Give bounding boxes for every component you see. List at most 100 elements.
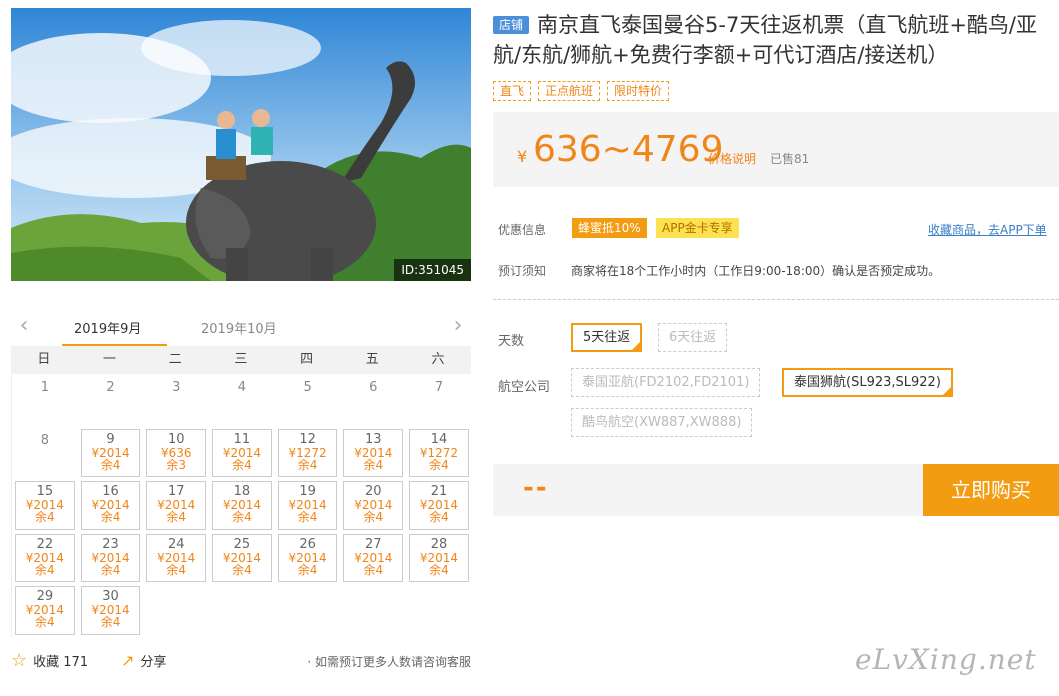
weekday-header: 六 bbox=[431, 352, 445, 367]
calendar-day: 3 bbox=[143, 374, 209, 427]
calendar-day-box[interactable]: 27 ¥2014 余4 bbox=[343, 533, 404, 582]
airline-option-airasia[interactable]: 泰国亚航(FD2102,FD2101) bbox=[571, 368, 761, 397]
calendar-day-box: 5 bbox=[275, 380, 341, 395]
calendar-day-box[interactable]: 28 ¥2014 余4 bbox=[409, 533, 469, 582]
calendar-day-box[interactable]: 23 ¥2014 余4 bbox=[80, 533, 141, 582]
notice-label: 预订须知 bbox=[498, 264, 547, 278]
app-order-link[interactable]: 收藏商品，去APP下单 bbox=[928, 221, 1047, 238]
calendar-day-number: 19 bbox=[299, 484, 316, 499]
calendar-day-box[interactable]: 11 ¥2014 余4 bbox=[212, 428, 272, 477]
calendar-day[interactable]: 25 ¥2014 余4 bbox=[209, 532, 275, 585]
calendar-day[interactable]: 12 ¥1272 余4 bbox=[275, 427, 341, 480]
calendar-day-remaining: 余4 bbox=[429, 510, 449, 524]
calendar-day-price: ¥2014 bbox=[91, 445, 130, 460]
calendar-day[interactable]: 15 ¥2014 余4 bbox=[12, 479, 78, 532]
calendar-day-number: 15 bbox=[36, 484, 54, 499]
calendar-day[interactable]: 30 ¥2014 余4 bbox=[78, 584, 144, 637]
calendar-day[interactable]: 29 ¥2014 余4 bbox=[12, 584, 78, 637]
consult-note: · 如需预订更多人数请咨询客服 bbox=[307, 655, 471, 669]
calendar-day[interactable]: 9 ¥2014 余4 bbox=[78, 427, 144, 480]
notice-text: 商家将在18个工作小时内（工作日9:00-18:00）确认是否预定成功。 bbox=[571, 264, 941, 278]
calendar-day-box[interactable]: 14 ¥1272 余4 bbox=[409, 428, 469, 477]
weekday-header: 五 bbox=[365, 352, 379, 367]
calendar-day-box[interactable]: 22 ¥2014 余4 bbox=[15, 533, 75, 582]
calendar-day-remaining: 余4 bbox=[100, 615, 121, 629]
calendar-day-box[interactable]: 12 ¥1272 余4 bbox=[277, 428, 338, 477]
calendar-day-number: 26 bbox=[299, 536, 316, 552]
calendar-day[interactable]: 21 ¥2014 余4 bbox=[406, 479, 472, 532]
calendar-day-box[interactable]: 9 ¥2014 余4 bbox=[80, 428, 141, 477]
calendar-day[interactable]: 22 ¥2014 余4 bbox=[12, 532, 78, 585]
buy-bar: -- 立即购买 bbox=[493, 464, 1059, 516]
feature-tags: 直飞 正点航班 限时特价 bbox=[493, 81, 670, 101]
calendar-day-remaining: 余4 bbox=[297, 562, 318, 577]
favorite-button[interactable]: ☆ 收藏 171 bbox=[11, 651, 88, 670]
calendar-day-number: 22 bbox=[36, 536, 54, 552]
photo-footer: ☆ 收藏 171 ↗ 分享 · 如需预订更多人数请咨询客服 bbox=[11, 651, 471, 675]
calendar-day[interactable]: 27 ¥2014 余4 bbox=[340, 532, 406, 585]
calendar-day[interactable]: 11 ¥2014 余4 bbox=[209, 427, 275, 480]
elephant-photo bbox=[11, 8, 471, 281]
calendar-day[interactable]: 26 ¥2014 余4 bbox=[275, 532, 341, 585]
calendar-day-remaining: 余4 bbox=[100, 510, 121, 524]
calendar-day-box[interactable]: 25 ¥2014 余4 bbox=[212, 533, 272, 582]
calendar-day-box[interactable]: 18 ¥2014 余4 bbox=[212, 481, 272, 530]
calendar-day[interactable]: 13 ¥2014 余4 bbox=[340, 427, 406, 480]
calendar-day-box[interactable]: 13 ¥2014 余4 bbox=[343, 428, 404, 477]
calendar-day-price: ¥636 bbox=[160, 445, 192, 460]
calendar-day[interactable]: 23 ¥2014 余4 bbox=[78, 532, 144, 585]
calendar-day[interactable]: 18 ¥2014 余4 bbox=[209, 479, 275, 532]
calendar-day-box[interactable]: 16 ¥2014 余4 bbox=[80, 481, 141, 530]
calendar-day-box[interactable]: 24 ¥2014 余4 bbox=[146, 533, 207, 582]
calendar-day-box[interactable]: 30 ¥2014 余4 bbox=[80, 586, 141, 635]
airline-option-nokscoot[interactable]: 酷鸟航空(XW887,XW888) bbox=[571, 408, 753, 437]
calendar-day-remaining: 余4 bbox=[297, 510, 318, 524]
airline-option-lionair[interactable]: 泰国狮航(SL923,SL922) bbox=[782, 368, 953, 397]
calendar-day-box[interactable]: 15 ¥2014 余4 bbox=[15, 481, 75, 530]
calendar-tab-next-month[interactable]: 2019年10月 bbox=[201, 318, 277, 337]
total-price: -- bbox=[523, 473, 549, 503]
calendar-day-box: 4 bbox=[209, 380, 275, 395]
calendar-day-price: ¥1272 bbox=[288, 445, 327, 460]
calendar-day-box[interactable]: 17 ¥2014 余4 bbox=[146, 481, 207, 530]
calendar-day-number: 23 bbox=[102, 536, 119, 552]
tag-direct: 直飞 bbox=[493, 81, 532, 101]
calendar-day[interactable]: 14 ¥1272 余4 bbox=[406, 427, 472, 480]
calendar-day: 7 bbox=[406, 374, 472, 427]
calendar-day-box[interactable]: 21 ¥2014 余4 bbox=[409, 481, 469, 530]
weekday-header: 二 bbox=[168, 352, 182, 367]
calendar-day-box[interactable]: 20 ¥2014 余4 bbox=[343, 481, 404, 530]
product-photo: ID:351045 bbox=[11, 8, 471, 281]
calendar-day-number: 6 bbox=[369, 380, 378, 395]
calendar-day-box[interactable]: 26 ¥2014 余4 bbox=[277, 533, 338, 582]
calendar-day-remaining: 余4 bbox=[363, 562, 384, 577]
tag-limited-offer: 限时特价 bbox=[607, 81, 670, 101]
calendar-day-remaining: 余4 bbox=[35, 615, 55, 629]
calendar-day-price: ¥2014 bbox=[25, 550, 64, 565]
calendar-prev-arrow-icon[interactable]: ‹ bbox=[15, 315, 33, 338]
calendar-day[interactable]: 20 ¥2014 余4 bbox=[340, 479, 406, 532]
calendar-next-arrow-icon[interactable]: › bbox=[449, 315, 467, 338]
calendar-day-box[interactable]: 29 ¥2014 余4 bbox=[15, 586, 75, 635]
calendar-day[interactable]: 10 ¥636 余3 bbox=[143, 427, 209, 480]
calendar-day[interactable]: 24 ¥2014 余4 bbox=[143, 532, 209, 585]
calendar-day[interactable]: 16 ¥2014 余4 bbox=[78, 479, 144, 532]
calendar-day-box[interactable]: 19 ¥2014 余4 bbox=[277, 481, 338, 530]
days-option-5[interactable]: 5天往返 bbox=[571, 323, 643, 352]
days-option-6[interactable]: 6天往返 bbox=[658, 323, 728, 352]
site-watermark: eLvXing.net bbox=[855, 643, 1037, 676]
calendar-tab-current-month[interactable]: 2019年9月 bbox=[74, 318, 141, 337]
calendar-day-number: 8 bbox=[40, 432, 49, 448]
price-currency: ¥ bbox=[517, 147, 528, 166]
calendar-day[interactable]: 28 ¥2014 余4 bbox=[406, 532, 472, 585]
calendar-day-box[interactable]: 10 ¥636 余3 bbox=[146, 428, 207, 477]
price-explanation-link[interactable]: 价格说明 bbox=[708, 150, 756, 167]
calendar-day-box: 6 bbox=[340, 380, 406, 395]
shop-badge: 店铺 bbox=[493, 16, 530, 34]
calendar-day[interactable]: 17 ¥2014 余4 bbox=[143, 479, 209, 532]
buy-now-button[interactable]: 立即购买 bbox=[923, 464, 1059, 516]
tag-on-time: 正点航班 bbox=[538, 81, 601, 101]
share-button[interactable]: ↗ 分享 bbox=[121, 651, 166, 670]
calendar-day[interactable]: 19 ¥2014 余4 bbox=[275, 479, 341, 532]
promo-badge-honey: 蜂蜜抵10% bbox=[572, 218, 647, 238]
